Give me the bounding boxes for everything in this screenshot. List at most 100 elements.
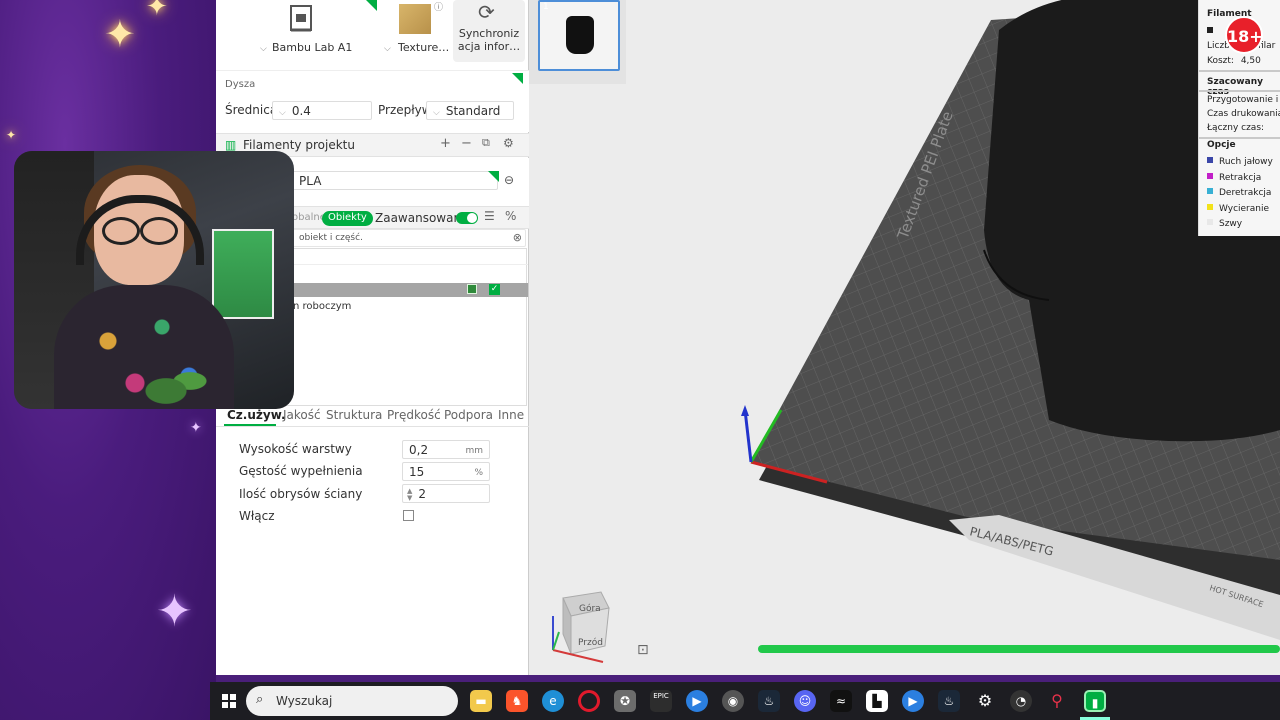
checkbox-checked-icon[interactable]: ✓ [489,284,500,295]
obs-icon[interactable]: ◉ [722,690,744,712]
webcam-poster [212,229,274,319]
printer-row: ⌵ Bambu Lab A1 ⓘ ⌵ Texture… ⟳ Synchroniz… [216,0,529,68]
time-stats-title: Szacowany czas [1207,77,1263,97]
infill-density-input[interactable]: 15 % [402,462,490,481]
game-app-icon[interactable]: ✪ [614,690,636,712]
chevron-down-icon: ⌵ [384,44,391,54]
advanced-label: Zaawansowane [375,211,469,225]
nozzle-section: Dysza Średnica ⌵ 0.4 Przepływ ⌵ Standard [216,70,529,132]
prep-time-label: Przygotowanie i c [1207,95,1280,105]
tab-quality[interactable]: Jakość [283,408,321,422]
windows-start-icon[interactable] [222,694,236,708]
options-title: Opcje [1207,140,1236,150]
printer-status-indicator [366,0,377,11]
discord-icon[interactable]: ☺ [794,690,816,712]
tab-structure[interactable]: Struktura [326,408,382,422]
brave-browser-icon[interactable]: ♞ [506,690,528,712]
windows-taskbar: ⌕ Wyszukaj ▬ ♞ e ✪ EPIC ▶ ◉ ♨ ☺ ≈ ▙ ▶ ♨ … [210,682,1280,720]
build-plate-render: PLA/ABS/PETG HOT SURFACE Textured PEI Pl… [741,0,1280,640]
enable-checkbox[interactable] [403,510,414,521]
layer-height-unit: mm [465,446,483,456]
tab-support[interactable]: Podpora [444,408,493,422]
opera-browser-icon[interactable] [578,690,600,712]
nozzle-diameter-label: Średnica [225,103,278,117]
chevron-down-icon: ⌵ [279,108,286,118]
age-rating-badge: 18+ [1225,16,1263,54]
flow-select[interactable]: ⌵ Standard [426,101,514,120]
zoom-to-fit-icon[interactable]: ⊡ [637,642,649,658]
stepper-arrows-icon[interactable]: ▲ ▼ [407,487,412,502]
nozzle-status-indicator [512,73,523,84]
object-search-input[interactable]: obiekt i część. ⊗ [292,229,526,247]
printer-select-card[interactable]: ⌵ Bambu Lab A1 [220,0,380,62]
file-explorer-icon[interactable]: ▬ [470,690,492,712]
add-filament-button[interactable]: + [440,136,451,151]
clear-search-icon[interactable]: ⊗ [513,231,522,244]
bambu-studio-icon[interactable]: ▮ [1084,690,1106,712]
plate-thumbnail-strip: 1 [529,0,626,84]
cost-value: 4,50 [1240,56,1261,66]
option-wipe[interactable]: Wycieranie [1207,204,1269,214]
gear-icon[interactable]: ⚙ [503,136,514,150]
printer-name: Bambu Lab A1 [272,41,353,54]
flow-value: Standard [445,104,501,118]
plate-number: 1 [543,2,549,12]
tab-speed[interactable]: Prędkość [387,408,441,422]
taskbar-search-box[interactable]: ⌕ Wyszukaj [246,686,458,716]
plate-select-card[interactable]: ⓘ ⌵ Texture… [382,0,450,62]
view-cube-front-label: Przód [578,638,603,648]
advanced-toggle[interactable] [456,212,478,224]
tab-other[interactable]: Inne [498,408,524,422]
option-seams[interactable]: Szwy [1207,219,1242,229]
enable-label: Włącz [239,509,275,523]
media-player-2-icon[interactable]: ▶ [902,690,924,712]
chevron-down-icon: ⌵ [260,44,267,54]
percent-icon[interactable]: % [505,209,516,223]
global-mode-tab[interactable]: obalne [292,212,326,223]
epic-games-icon[interactable]: EPIC [650,690,672,712]
total-time-label: Łączny czas: [1207,123,1265,133]
sync-label-line1: Synchroniz [458,27,520,40]
media-player-icon[interactable]: ▶ [686,690,708,712]
nozzle-diameter-select[interactable]: ⌵ 0.4 [272,101,372,120]
sync-info-button[interactable]: ⟳ Synchroniz acja infor… [453,0,525,62]
filament-item-pla[interactable]: PLA [292,171,498,190]
view-cube-top-label: Góra [579,604,601,614]
info-icon[interactable]: ⓘ [434,0,443,13]
tab-common[interactable]: Cz.używ. [227,408,286,422]
edge-browser-icon[interactable]: e [542,690,564,712]
stats-divider [1199,70,1280,72]
nozzle-diameter-value: 0.4 [291,104,311,118]
infill-density-label: Gęstość wypełnienia [239,464,363,478]
objects-mode-pill[interactable]: Obiekty [322,211,373,226]
printer-icon [290,5,312,32]
layer-height-value: 0,2 [409,443,429,457]
flow-label: Przepływ [378,103,432,117]
sparkle-decoration: ✦ [104,12,136,56]
steam-icon[interactable]: ♨ [758,690,780,712]
sync-filament-icon[interactable]: ⧉ [482,136,490,150]
webcam-overlay [14,151,294,409]
wall-loops-label: Ilość obrysów ściany [239,487,363,501]
list-icon[interactable]: ☰ [484,209,495,223]
notion-icon[interactable]: ▙ [866,690,888,712]
map-pin-app-icon[interactable]: ⚲ [1046,690,1068,712]
plate-thumbnail[interactable]: 1 [538,0,620,71]
view-cube[interactable]: Góra Przód [547,588,617,666]
wall-loops-value: 2 [418,487,427,501]
settings-gear-icon[interactable]: ⚙ [974,690,996,712]
filament-status-indicator [488,171,499,182]
plate-texture-icon [399,4,431,34]
wall-loops-stepper[interactable]: ▲ ▼ 2 [402,484,490,503]
steam-2-icon[interactable]: ♨ [938,690,960,712]
option-retraction[interactable]: Retrakcja [1207,173,1261,183]
option-deretraction[interactable]: Deretrakcja [1207,188,1271,198]
3d-viewport[interactable]: PLA/ABS/PETG HOT SURFACE Textured PEI Pl… [529,0,1280,675]
option-travel[interactable]: Ruch jałowy [1207,157,1273,167]
nvidia-icon[interactable]: ≈ [830,690,852,712]
performance-monitor-icon[interactable]: ◔ [1010,690,1032,712]
layer-height-input[interactable]: 0,2 mm [402,440,490,459]
remove-circle-icon[interactable]: ⊖ [504,173,514,187]
sparkle-decoration: ✦ [190,420,202,436]
remove-filament-button[interactable]: − [461,136,472,151]
